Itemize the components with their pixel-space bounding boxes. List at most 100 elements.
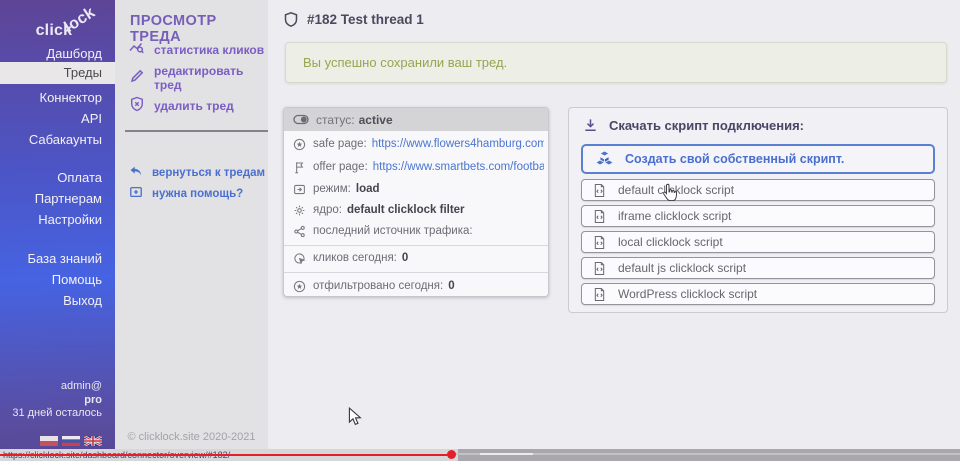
- success-alert-text: Вы успешно сохранили ваш тред.: [303, 55, 507, 70]
- flag-icon: [293, 161, 306, 174]
- account-days-left: 31 дней осталось: [12, 407, 102, 421]
- toggle-on-icon: [293, 114, 309, 125]
- account-info: admin@ pro 31 дней осталось: [12, 380, 102, 421]
- thread-status-card: статус: active safe page: https://www.fl…: [283, 107, 549, 297]
- player-progress[interactable]: [0, 454, 448, 456]
- sidebar-item-knowledge-base[interactable]: База знаний: [0, 248, 115, 269]
- safe-page-row: safe page: https://www.flowers4hamburg.c…: [293, 137, 544, 151]
- clicklock-dashboard: clicklock Дашборд Треды Коннектор API Са…: [0, 0, 960, 461]
- sidebar-item-payment[interactable]: Оплата: [0, 167, 115, 188]
- offer-page-label: offer page:: [313, 161, 368, 173]
- menu-item-click-stats[interactable]: статистика кликов: [129, 41, 264, 59]
- file-code-icon: [593, 287, 606, 302]
- card-divider: [284, 272, 548, 273]
- safe-page-link[interactable]: https://www.flowers4hamburg.com/: [372, 138, 544, 150]
- script-button-default[interactable]: default clicklock script: [581, 179, 935, 201]
- clicks-today-row: кликов сегодня: 0: [293, 251, 544, 265]
- sidebar: clicklock Дашборд Треды Коннектор API Са…: [0, 0, 115, 449]
- scripts-card-header: Скачать скрипт подключения:: [583, 118, 804, 133]
- file-code-icon: [593, 183, 606, 198]
- pencil-icon: [129, 68, 145, 89]
- success-alert: Вы успешно сохранили ваш тред.: [285, 42, 947, 83]
- scripts-card-title: Скачать скрипт подключения:: [609, 118, 804, 133]
- comment-plus-icon: [129, 185, 143, 204]
- script-button-label: local clicklock script: [618, 235, 723, 249]
- sidebar-item-partners[interactable]: Партнерам: [0, 188, 115, 209]
- script-button-label: iframe clicklock script: [618, 209, 731, 223]
- status-label: статус:: [316, 113, 355, 127]
- menu-item-label: редактировать тред: [154, 64, 268, 92]
- create-custom-script-label: Создать свой собственный скрипт.: [625, 152, 844, 166]
- traffic-source-label: последний источник трафика:: [313, 225, 473, 237]
- download-icon: [583, 118, 598, 133]
- menu-item-delete-thread[interactable]: удалить тред: [129, 97, 234, 115]
- core-row: ядро: default clicklock filter: [293, 203, 544, 217]
- logo-part-lock: lock: [62, 4, 99, 37]
- account-plan: pro: [12, 394, 102, 408]
- filtered-today-label: отфильтровано сегодня:: [313, 280, 443, 292]
- mode-value: load: [356, 183, 380, 195]
- menu-link-label: нужна помощь?: [152, 188, 243, 200]
- sidebar-item-threads[interactable]: Треды: [0, 62, 115, 84]
- sidebar-item-help[interactable]: Помощь: [0, 269, 115, 290]
- script-button-default-js[interactable]: default js clicklock script: [581, 257, 935, 279]
- script-button-iframe[interactable]: iframe clicklock script: [581, 205, 935, 227]
- menu-item-label: статистика кликов: [154, 43, 264, 57]
- page-title: #182 Test thread 1: [307, 12, 424, 27]
- thread-menu-panel: ПРОСМОТР ТРЕДА статистика кликов редакти…: [115, 0, 268, 449]
- language-switcher: [40, 436, 102, 446]
- script-button-wordpress[interactable]: WordPress clicklock script: [581, 283, 935, 305]
- card-divider: [284, 245, 548, 246]
- sidebar-item-api[interactable]: API: [0, 108, 115, 129]
- filtered-today-value: 0: [448, 280, 454, 292]
- file-code-icon: [593, 235, 606, 250]
- player-progress-handle[interactable]: [447, 450, 456, 459]
- sidebar-item-connector[interactable]: Коннектор: [0, 87, 115, 108]
- safe-page-label: safe page:: [313, 138, 367, 150]
- script-button-label: default clicklock script: [618, 183, 734, 197]
- main-content: #182 Test thread 1 Вы успешно сохранили …: [268, 0, 960, 449]
- core-value: default clicklock filter: [347, 204, 465, 216]
- gear-icon: [293, 204, 306, 217]
- offer-page-link[interactable]: https://www.smartbets.com/football/tea..…: [373, 161, 544, 173]
- clicks-today-value: 0: [402, 252, 408, 264]
- cubes-icon: [594, 150, 615, 168]
- mode-icon: [293, 183, 306, 196]
- status-value: active: [359, 113, 393, 127]
- star-badge-icon: [293, 280, 306, 293]
- flag-poland-icon[interactable]: [40, 436, 58, 446]
- flag-russia-icon[interactable]: [62, 436, 80, 446]
- shield-x-icon: [129, 96, 145, 117]
- script-button-local[interactable]: local clicklock script: [581, 231, 935, 253]
- shield-icon: [283, 11, 299, 28]
- menu-divider: [125, 130, 268, 132]
- status-card-header: статус: active: [284, 108, 548, 131]
- star-badge-icon: [293, 138, 306, 151]
- share-icon: [293, 225, 306, 238]
- menu-item-edit-thread[interactable]: редактировать тред: [129, 69, 268, 87]
- create-custom-script-button[interactable]: Создать свой собственный скрипт.: [581, 144, 935, 174]
- flag-uk-icon[interactable]: [84, 436, 102, 446]
- copyright-text: © clicklock.site 2020-2021: [115, 431, 268, 443]
- sidebar-item-subaccounts[interactable]: Сабакаунты: [0, 129, 115, 150]
- filtered-today-row: отфильтровано сегодня: 0: [293, 279, 544, 293]
- sidebar-item-settings[interactable]: Настройки: [0, 209, 115, 230]
- offer-page-row: offer page: https://www.smartbets.com/fo…: [293, 160, 544, 174]
- menu-item-label: удалить тред: [154, 99, 234, 113]
- sidebar-item-logout[interactable]: Выход: [0, 290, 115, 311]
- menu-link-back-to-threads[interactable]: вернуться к тредам: [129, 164, 265, 182]
- player-buffer: [480, 453, 533, 455]
- script-button-label: default js clicklock script: [618, 261, 746, 275]
- menu-link-label: вернуться к тредам: [152, 167, 265, 179]
- sidebar-item-dashboard[interactable]: Дашборд: [0, 43, 115, 64]
- clicks-today-label: кликов сегодня:: [313, 252, 397, 264]
- file-code-icon: [593, 261, 606, 276]
- cursor-click-icon: [293, 252, 306, 265]
- menu-link-need-help[interactable]: нужна помощь?: [129, 185, 243, 203]
- clicklock-logo: clicklock: [36, 22, 105, 40]
- traffic-source-row: последний источник трафика:: [293, 224, 544, 238]
- mode-label: режим:: [313, 183, 351, 195]
- page-head: #182 Test thread 1: [283, 11, 424, 28]
- download-scripts-card: Скачать скрипт подключения: Создать: [568, 107, 948, 313]
- account-email: admin@: [12, 380, 102, 394]
